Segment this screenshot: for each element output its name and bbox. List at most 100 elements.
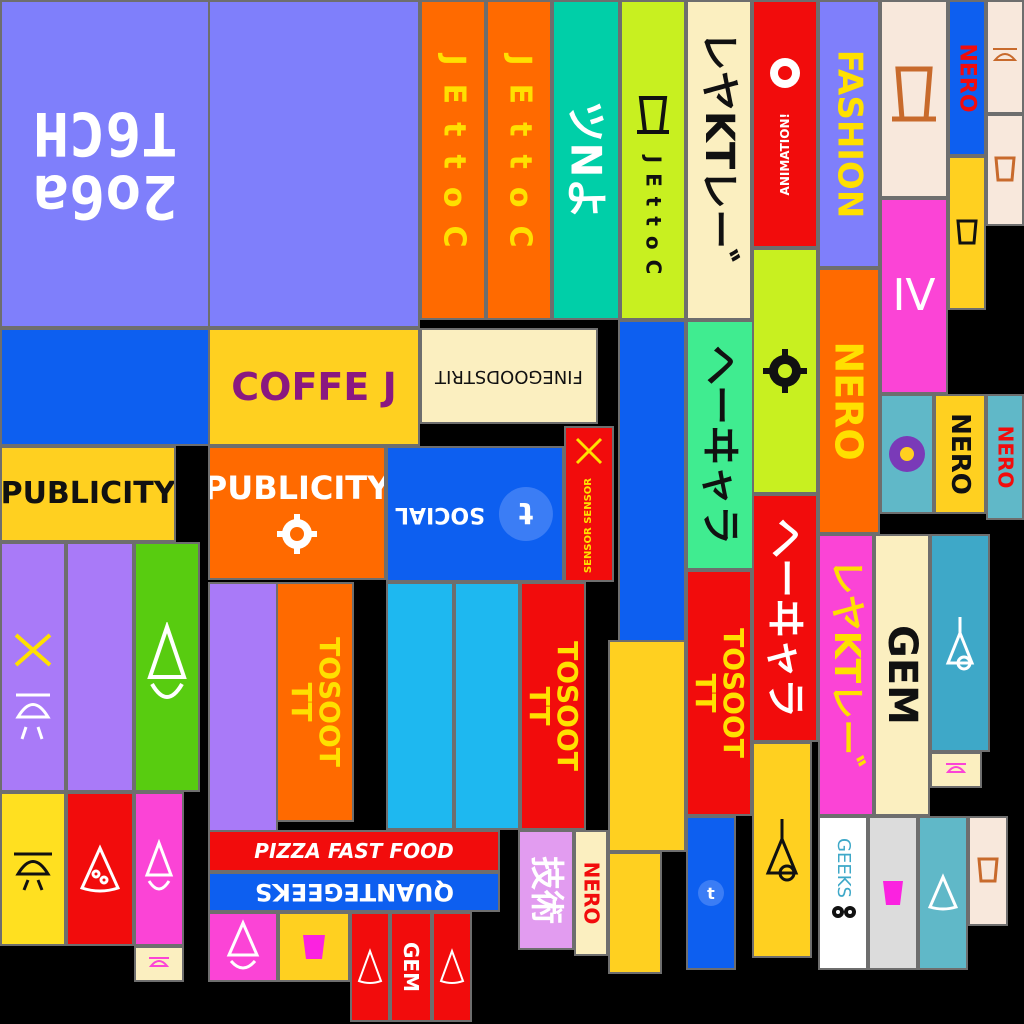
tile-red-pizza-b [432, 912, 472, 1022]
tile-gray-bucket [868, 816, 918, 970]
gnome-icon [147, 622, 187, 699]
tile-yellow-tall-a [608, 640, 686, 852]
tile-steel-nero: NERO [986, 394, 1024, 520]
coffee-horizontal-label: COFFE J [231, 365, 397, 409]
quantum-geeks-label: QUANTEGEEKS [254, 878, 454, 906]
teacup-icon-b [945, 763, 967, 773]
tile-cyan-b [454, 582, 520, 830]
geeks-label: GEEKS [833, 838, 854, 898]
nero4-label: NERO [945, 413, 975, 495]
tile-quantum-geeks-banner: QUANTEGEEKS [208, 872, 500, 912]
tile-periwinkle-fashion: FASHION [818, 0, 880, 268]
katakana-e-label: レヤKTレー゛ [826, 558, 867, 792]
katakana-b-label: レヤKTレー゛ [696, 30, 742, 290]
texture-atlas: 2o6a T6CH COFFE J PUBLICITY PUBLICITY TO… [0, 0, 1024, 1024]
tile-cream-katakana: レヤKTレー゛ [686, 0, 752, 320]
bucket-icon-peach [892, 66, 936, 122]
tile-red-gem-a: GEM [390, 912, 432, 1022]
tile-steel-pizza [918, 816, 968, 970]
tile-purple-kanji: 技術 [518, 830, 574, 950]
bucket-icon-yellow [956, 219, 978, 245]
tile-cyan-a [386, 582, 454, 830]
tile-red-katakana: ヘーヰャラ [752, 494, 818, 742]
fashion-label: FASHION [829, 49, 869, 219]
tile-coffee-horizontal: COFFE J [208, 328, 420, 446]
publicity-b-label: PUBLICITY [208, 469, 386, 507]
tile-steel-logo [880, 394, 934, 514]
tile-pink-katakana: レヤKTレー゛ [818, 534, 874, 816]
tile-fine-goods: FINEGOODSTRIT [420, 328, 598, 424]
svg-text:t: t [707, 884, 715, 903]
four-label: IV [892, 270, 936, 321]
tile-cream-nero: NERO [574, 830, 608, 956]
tile-soda-tech: 2o6a T6CH [0, 0, 210, 328]
soda-tech-text: 2o6a T6CH [32, 98, 178, 231]
katakana-c-label: ヘーヰャラ [697, 345, 743, 545]
tile-yellow-lamp [752, 742, 812, 958]
utensils-icon [14, 633, 52, 740]
tf-b-label: TOSOOT TT [523, 641, 584, 771]
bucket-icon [303, 935, 325, 959]
tile-publicity-b: PUBLICITY [208, 446, 386, 580]
tile-publicity-a: PUBLICITY [0, 446, 176, 542]
tile-red-tf-c: TOSOOT TT [686, 570, 752, 816]
tile-red-animation: ANIMATION! [752, 0, 818, 248]
utensils-icon-red [575, 438, 603, 465]
tile-mint-katakana: ヘーヰャラ [686, 320, 754, 570]
katakana-a-label: ツNよ [562, 100, 611, 220]
gear-icon [277, 514, 317, 554]
tile-peach-bucket-c [968, 816, 1008, 926]
bucket-icon-lime [637, 96, 669, 134]
social-logo-icon: t [498, 487, 553, 541]
tile-lime-coffee: JEttoC [620, 0, 686, 320]
coffee-vert-c-label: JEttoC [641, 155, 665, 285]
tile-peach-bucket-b [986, 114, 1024, 226]
pizza-icon-steel [927, 873, 959, 911]
tile-cream-gem: GEM [874, 534, 930, 816]
coffee-vert-b-label: JEttoC [502, 54, 537, 266]
tile-yellow-bucket [278, 912, 350, 982]
tf-a-label: TOSOOT TT [285, 637, 346, 767]
tf-c-label: TOSOOT TT [689, 628, 750, 758]
pizza-icon-small [357, 948, 383, 984]
tile-purple-b [66, 542, 134, 792]
kanji-label: 技術 [526, 856, 566, 924]
badge-logo-icon [889, 436, 925, 472]
tile-lime-gear [752, 248, 818, 494]
tile-steel-lamp [930, 534, 990, 752]
tile-peach-bucket-a [880, 0, 948, 198]
tile-peach-cup-a [986, 0, 1024, 114]
tile-blue-nero: NERO [948, 0, 986, 156]
bucket-icon-gray [883, 881, 903, 905]
tile-yellow-bucket-b [948, 156, 986, 310]
tile-blue-social: t SOCIAL [386, 446, 564, 582]
coffee-vert-a-label: JEttoC [436, 54, 471, 266]
soda-tech-label: 2o6a T6CH [32, 98, 178, 231]
gnome-icon-b [226, 919, 260, 970]
publicity-a-label: PUBLICITY [0, 476, 176, 511]
tile-plain-periwinkle [208, 0, 420, 328]
tile-blue-tall [618, 320, 686, 642]
tile-pink-gnome [134, 792, 184, 946]
gear-icon-lime [763, 349, 807, 393]
fine-goods-label: FINEGOODSTRIT [435, 366, 583, 387]
tile-teal-katakana: ツNよ [552, 0, 620, 320]
t-logo-icon: t [698, 880, 724, 906]
tile-green-gnome [134, 542, 200, 792]
teacup-icon-peach [992, 48, 1018, 61]
pizza-icon-b [439, 948, 465, 984]
tile-orange-nero: NERO [818, 268, 880, 534]
tile-orange-coffee-a: JEttoC [420, 0, 486, 320]
tile-orange-tf: TOSOOT TT [276, 582, 354, 822]
fast-food-label: PIZZA FAST FOOD [254, 839, 454, 863]
eyes-icon [832, 906, 856, 918]
svg-text:t: t [519, 495, 533, 530]
nero2-label: NERO [579, 861, 603, 925]
lamp-icon-yellow [765, 819, 799, 882]
tile-red-pizza [66, 792, 134, 946]
gear-icon-red [770, 57, 800, 88]
teacup-icon-small [148, 957, 170, 967]
tile-fast-food-banner: PIZZA FAST FOOD [208, 830, 500, 872]
tile-white-geeks: GEEKS [818, 816, 868, 970]
tile-red-tf: TOSOOT TT [520, 582, 586, 830]
